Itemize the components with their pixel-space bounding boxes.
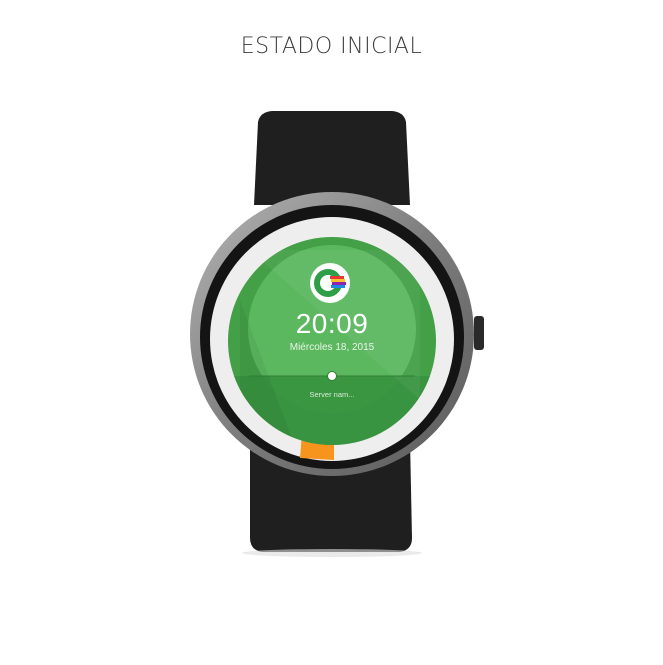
crown-button-icon <box>474 316 484 350</box>
watch-time: 20:09 <box>295 308 369 339</box>
c-logo-icon <box>310 263 350 303</box>
server-name-label[interactable]: Server nam... <box>237 390 427 399</box>
dot-indicator-icon <box>327 371 337 381</box>
strap-top <box>254 111 410 205</box>
watch-date: Miércoles 18, 2015 <box>289 342 375 353</box>
